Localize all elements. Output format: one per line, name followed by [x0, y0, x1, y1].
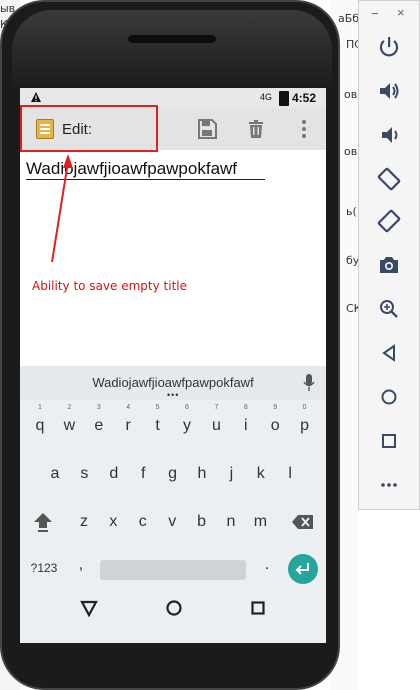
back-icon	[382, 344, 395, 362]
power-icon	[379, 37, 399, 57]
zoom-icon	[380, 300, 398, 318]
emulator-titlebar: − ×	[359, 1, 419, 29]
screenshot-button[interactable]	[375, 251, 403, 279]
emulator-sidebar: − ×	[358, 0, 420, 510]
camera-icon	[380, 257, 398, 273]
zoom-button[interactable]	[375, 295, 403, 323]
volume-up-button[interactable]	[375, 77, 403, 105]
annotation-text: Ability to save empty title	[32, 279, 187, 293]
minimize-button[interactable]: −	[371, 6, 379, 21]
rotate-left-icon	[377, 167, 401, 191]
power-button[interactable]	[375, 33, 403, 61]
emu-more-button[interactable]	[375, 471, 403, 499]
rotate-right-button[interactable]	[375, 207, 403, 235]
emu-overview-button[interactable]	[375, 427, 403, 455]
volume-down-icon	[382, 127, 398, 143]
close-button[interactable]: ×	[397, 5, 405, 20]
emu-home-button[interactable]	[375, 383, 403, 411]
volume-down-button[interactable]	[375, 121, 403, 149]
rotate-right-icon	[377, 209, 401, 233]
annotation-arrow	[51, 154, 73, 263]
emu-back-button[interactable]	[375, 339, 403, 367]
rotate-left-button[interactable]	[375, 165, 403, 193]
more-icon	[381, 483, 397, 487]
overview-icon	[382, 434, 396, 448]
home-icon	[381, 389, 397, 405]
volume-up-icon	[380, 83, 399, 99]
